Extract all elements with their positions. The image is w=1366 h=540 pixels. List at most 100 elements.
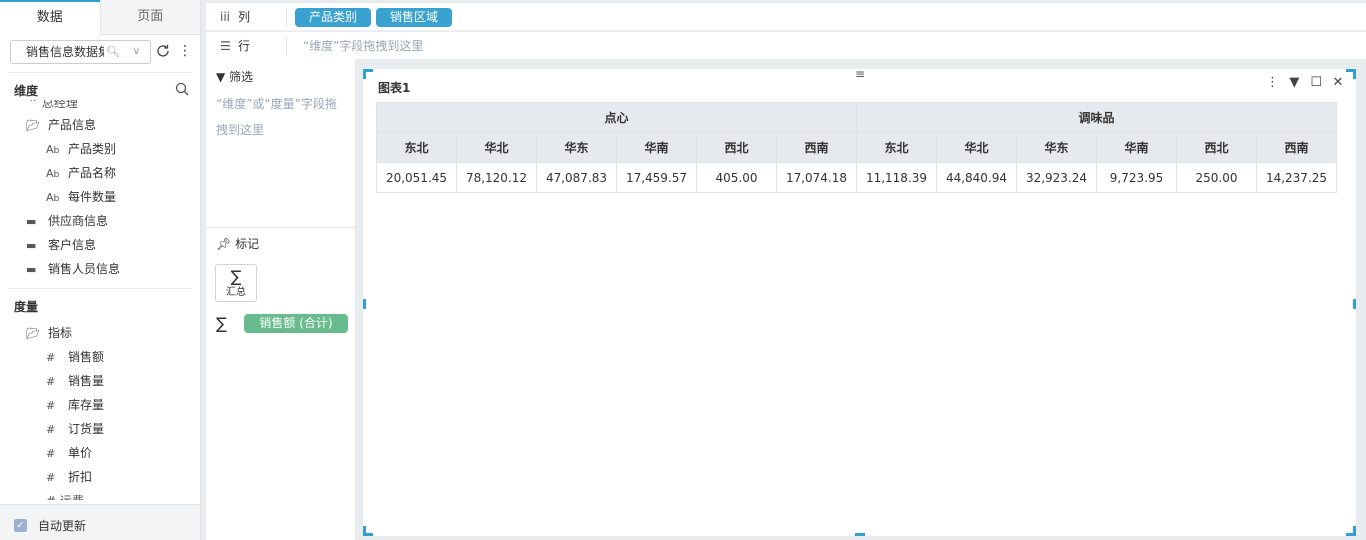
filter-marks-panel: ▼ 筛选 “维度”或“度量”字段拖拽到这里 📌︎ 标记 ∑ 汇总 ∑ 销售额 (…: [206, 59, 355, 540]
columns-shelf-label: iii 列: [220, 10, 251, 24]
table-cell: 11,118.39: [856, 162, 937, 193]
region-header: 华东: [536, 132, 617, 163]
measures-title: 度量: [14, 300, 39, 314]
region-header: 东北: [376, 132, 457, 163]
chart-title: 图表1: [378, 81, 411, 95]
sigma-icon: ∑: [216, 314, 227, 333]
refresh-icon[interactable]: [155, 43, 171, 59]
rows-shelf[interactable]: ☰ 行 “维度”字段拖拽到这里: [206, 32, 1366, 59]
region-header-row: 东北 华北 华东 华南 西北 西南 东北 华北 华东 华南 西北 西南: [376, 132, 1337, 163]
folder-icon: ▬: [26, 263, 37, 276]
tree-item-sales-volume[interactable]: # 销售量: [46, 371, 104, 391]
chart-toolbar: ⋮ ▼ ☐ ✕: [1263, 74, 1346, 92]
summary-mark-label: 汇总: [226, 287, 246, 298]
text-field-icon: Ab: [46, 191, 60, 204]
tree-item-product-category[interactable]: Ab 产品类别: [46, 139, 116, 159]
table-cell: 17,074.18: [776, 162, 857, 193]
dimensions-title: 维度: [14, 84, 39, 98]
marks-header: 📌︎ 标记: [216, 237, 260, 251]
filter-icon: ▼: [216, 70, 226, 84]
more-vertical-icon[interactable]: ⋮: [1265, 74, 1281, 92]
folder-open-icon: 📂︎: [26, 327, 40, 340]
crosstab-table: 点心 调味品 东北 华北 华东 华南 西北 西南 东北 华北 华东 华南 西北 …: [376, 102, 1337, 193]
tree-item-sales-amount[interactable]: # 销售额: [46, 347, 104, 367]
rows-drop-hint: “维度”字段拖拽到这里: [303, 39, 424, 53]
table-row: 20,051.45 78,120.12 47,087.83 17,459.57 …: [376, 162, 1337, 193]
data-panel: 数据 页面 销售信息数据集 🔍︎ ∨ ⋮ 维度 ⌃ 总经理 📂︎ 产品信息 Ab 产…: [0, 0, 201, 540]
pin-icon: 📌︎: [216, 237, 232, 251]
rows-shelf-label: ☰ 行: [220, 39, 251, 53]
tree-item-quantity-per-unit[interactable]: Ab 每件数量: [46, 187, 116, 207]
tree-item-product-info[interactable]: 📂︎ 产品信息: [26, 115, 96, 135]
column-pill-product-category[interactable]: 产品类别: [295, 8, 371, 27]
number-field-icon: #: [46, 471, 56, 484]
filter-header: ▼ 筛选: [216, 70, 254, 84]
region-header: 华南: [616, 132, 697, 163]
tree-item-customer-info[interactable]: ▬ 客户信息: [26, 235, 96, 255]
tree-item-product-name[interactable]: Ab 产品名称: [46, 163, 116, 183]
tree-item-order-quantity[interactable]: # 订货量: [46, 419, 104, 439]
columns-icon: iii: [220, 10, 231, 24]
drag-handle-icon[interactable]: ≡: [855, 68, 865, 80]
chevron-down-icon: ∨: [132, 46, 140, 57]
region-header: 华北: [456, 132, 537, 163]
tree-item-stock[interactable]: # 库存量: [46, 395, 104, 415]
number-field-icon: #: [46, 399, 56, 412]
panel-footer: ✓ 自动更新: [0, 504, 200, 540]
region-header: 西北: [1176, 132, 1257, 163]
number-field-icon: #: [46, 375, 56, 388]
table-cell: 78,120.12: [456, 162, 537, 193]
close-icon[interactable]: ✕: [1330, 74, 1346, 92]
region-header: 西南: [776, 132, 857, 163]
table-cell: 405.00: [696, 162, 777, 193]
tree-item-unit-price[interactable]: # 单价: [46, 443, 92, 463]
folder-open-icon: 📂︎: [26, 119, 40, 132]
dataset-select-value: 销售信息数据集: [26, 45, 111, 59]
tree-item-sales-staff-info[interactable]: ▬ 销售人员信息: [26, 259, 120, 279]
column-pill-sales-region[interactable]: 销售区域: [376, 8, 452, 27]
tree-item-discount[interactable]: # 折扣: [46, 467, 92, 487]
region-header: 华北: [936, 132, 1017, 163]
auto-update-checkbox[interactable]: ✓: [14, 519, 27, 532]
table-cell: 32,923.24: [1016, 162, 1097, 193]
table-cell: 20,051.45: [376, 162, 457, 193]
category-header: 点心: [376, 102, 857, 133]
category-header-row: 点心 调味品: [376, 102, 1337, 133]
region-header: 华东: [1016, 132, 1097, 163]
region-header: 西南: [1256, 132, 1337, 163]
tree-item-indicators[interactable]: 📂︎ 指标: [26, 323, 72, 343]
folder-icon: ▬: [26, 239, 37, 252]
category-header: 调味品: [856, 102, 1337, 133]
tab-data[interactable]: 数据: [0, 0, 100, 35]
maximize-icon[interactable]: ☐: [1308, 74, 1324, 92]
chart-component[interactable]: ≡ 图表1 ⋮ ▼ ☐ ✕ 点心 调味品 东北 华北 华东 华南 西北 西南 东…: [363, 68, 1356, 536]
text-field-icon: Ab: [46, 143, 60, 156]
auto-update-label: 自动更新: [38, 519, 87, 533]
panel-tabs: 数据 页面: [0, 0, 200, 35]
number-field-icon: #: [46, 423, 56, 436]
measure-pill-sales-sum[interactable]: 销售额 (合计): [244, 314, 348, 333]
summary-mark-card[interactable]: ∑ 汇总: [215, 264, 257, 302]
number-field-icon: #: [46, 447, 56, 460]
region-header: 东北: [856, 132, 937, 163]
tab-page[interactable]: 页面: [99, 0, 200, 35]
table-cell: 250.00: [1176, 162, 1257, 193]
folder-icon: ▬: [26, 215, 37, 228]
filter-drop-hint[interactable]: “维度”或“度量”字段拖拽到这里: [216, 91, 346, 143]
table-cell: 9,723.95: [1096, 162, 1177, 193]
rows-icon: ☰: [220, 39, 231, 53]
number-field-icon: #: [46, 351, 56, 364]
tree-item-supplier-info[interactable]: ▬ 供应商信息: [26, 211, 108, 231]
region-header: 西北: [696, 132, 777, 163]
table-cell: 17,459.57: [616, 162, 697, 193]
columns-shelf[interactable]: iii 列 产品类别 销售区域: [206, 3, 1366, 31]
sigma-icon: ∑: [230, 267, 242, 286]
table-cell: 47,087.83: [536, 162, 617, 193]
filter-icon[interactable]: ▼: [1286, 74, 1302, 92]
search-icon[interactable]: [175, 82, 189, 96]
more-vertical-icon[interactable]: ⋮: [178, 42, 192, 60]
dataset-select[interactable]: 销售信息数据集 🔍︎ ∨: [10, 40, 151, 64]
text-field-icon: Ab: [46, 167, 60, 180]
table-cell: 14,237.25: [1256, 162, 1337, 193]
region-header: 华南: [1096, 132, 1177, 163]
